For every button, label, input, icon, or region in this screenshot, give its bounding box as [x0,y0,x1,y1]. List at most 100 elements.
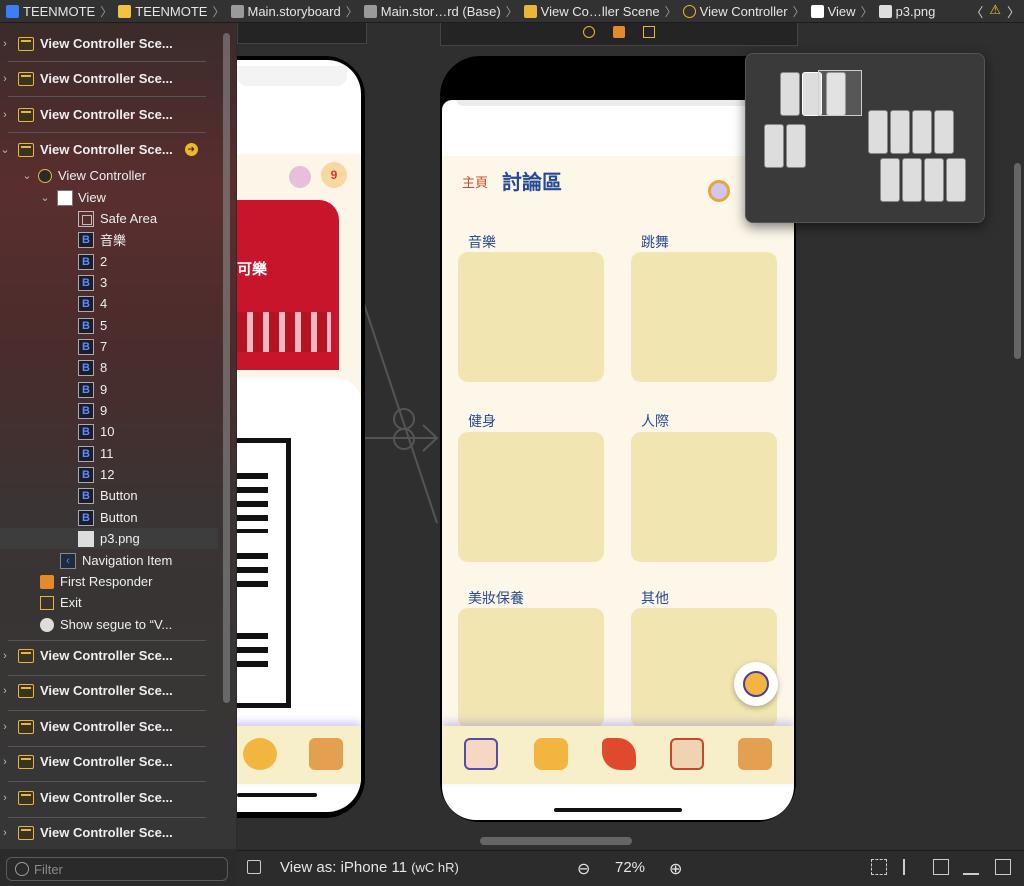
disclosure-right-icon[interactable]: › [0,109,10,121]
outline-button[interactable]: B7 [0,336,107,357]
outline-scene-row[interactable]: › View Controller Sce... [0,716,173,737]
outline-button[interactable]: B Button [0,485,138,506]
disclosure-right-icon[interactable]: › [0,650,10,662]
folder-profile-icon[interactable] [738,738,772,770]
outline-scene-row[interactable]: › View Controller Sce... [0,104,173,125]
outline-safe-area[interactable]: Safe Area [0,208,157,229]
disclosure-right-icon[interactable]: › [0,756,10,768]
outline-button[interactable]: B 11 [0,443,114,464]
outline-scene-row[interactable]: › View Controller Sce... [0,822,173,843]
chevron-left-icon[interactable]: 〈 [970,2,983,21]
outline-button[interactable]: B Button [0,507,138,528]
crumb-storyboard[interactable]: Main.storyboard 〉 [225,3,358,20]
disclosure-down-icon[interactable]: ⌄ [22,169,32,182]
add-constraints-icon[interactable] [933,859,949,875]
calendar-icon[interactable] [464,738,498,770]
update-frames-icon[interactable] [871,859,887,875]
medal-icon[interactable] [243,738,277,770]
outline-view-controller[interactable]: ⌄ View Controller [0,165,146,186]
category-tile[interactable] [458,608,604,728]
crumb-view-controller[interactable]: View Controller 〉 [677,3,805,20]
segue-icon[interactable] [393,428,415,450]
warning-icon[interactable]: ⚠ [989,2,1001,21]
outline-navigation-item[interactable]: ‹ Navigation Item [0,550,172,571]
category-tile[interactable] [458,432,604,562]
filter-field[interactable]: Filter [6,857,228,881]
category-tile[interactable] [631,252,777,382]
toggle-outline-icon[interactable] [247,860,261,874]
outline-button[interactable]: B5 [0,315,107,336]
outline-first-responder[interactable]: First Responder [0,571,152,592]
first-responder-icon[interactable] [613,26,625,38]
crumb-folder[interactable]: TEENMOTE 〉 [112,3,225,20]
crumb-view[interactable]: View 〉 [805,3,873,20]
outline-button[interactable]: B2 [0,251,107,272]
outline-button[interactable]: B4 [0,293,107,314]
project-icon [6,4,19,18]
outline-button[interactable]: B8 [0,357,107,378]
outline-scene-row[interactable]: › View Controller Sce... [0,68,173,89]
chat-bubble-icon[interactable] [534,738,568,770]
crumb-project[interactable]: TEENMOTE 〉 [0,3,112,20]
embed-in-icon[interactable] [995,859,1011,875]
outline-button[interactable]: B 12 [0,464,114,485]
outline-segue[interactable]: Show segue to “V... [0,614,172,635]
disclosure-right-icon[interactable]: › [0,827,10,839]
zoom-in-icon[interactable]: ⊕ [669,859,682,879]
minimap-viewport[interactable] [818,70,862,116]
zoom-level[interactable]: 72% [615,859,645,876]
search-icon[interactable] [289,166,311,188]
go-to-arrow-icon[interactable]: ➜ [184,143,198,156]
crumb-storyboard-base[interactable]: Main.stor…rd (Base) 〉 [358,3,518,20]
outline-scene-row-expanded[interactable]: ⌄ View Controller Sce... ➜ [0,139,198,160]
outline-scene-row[interactable]: › View Controller Sce... [0,787,173,808]
disclosure-right-icon[interactable]: › [0,73,10,85]
crumb-scene[interactable]: View Co…ller Scene 〉 [518,3,677,20]
disclosure-down-icon[interactable]: ⌄ [40,191,50,204]
view-as-device[interactable]: View as: iPhone 11 (wC hR) [280,859,459,876]
outline-button[interactable]: B 10 [0,421,114,442]
canvas-minimap[interactable] [745,53,985,223]
floating-medal-button[interactable] [734,662,778,706]
folder-icon [118,4,132,18]
disclosure-right-icon[interactable]: › [0,38,10,50]
canvas-vertical-scrollbar[interactable] [1014,163,1021,359]
outline-scrollbar[interactable] [223,33,230,703]
view-controller-icon [682,4,696,18]
folder-profile-icon[interactable] [309,738,343,770]
disclosure-right-icon[interactable]: › [0,685,10,697]
disclosure-right-icon[interactable]: › [0,721,10,733]
disclosure-right-icon[interactable]: › [0,792,10,804]
phone-screen-left[interactable]: 9 可樂 [237,60,361,812]
outline-scene-row[interactable]: › View Controller Sce... [0,680,173,701]
outline-button[interactable]: B9 [0,400,107,421]
disclosure-down-icon[interactable]: ⌄ [0,143,10,156]
outline-image-selected[interactable]: p3.png [0,528,218,549]
storyboard-canvas[interactable]: 9 可樂 主頁 討論區 音樂 跳舞 健身 人際 美妝保養 其他 [237,23,1024,849]
category-tile[interactable] [631,432,777,562]
exit-icon[interactable] [643,26,655,38]
category-tile[interactable] [458,252,604,382]
home-link[interactable]: 主頁 [462,172,488,191]
resolve-layout-icon[interactable] [963,859,979,875]
align-icon[interactable] [903,859,919,875]
outline-scene-row[interactable]: › View Controller Sce... [0,751,173,772]
outline-button[interactable]: B 音樂 [0,229,126,250]
crumb-image[interactable]: p3.png [873,4,935,19]
view-controller-icon[interactable] [583,26,595,38]
outline-scene-row[interactable]: › View Controller Sce... [0,645,173,666]
search-icon[interactable] [708,180,730,202]
outline-button[interactable]: B3 [0,272,107,293]
outline-scene-row[interactable]: › View Controller Sce... [0,33,173,54]
zoom-out-icon[interactable]: ⊖ [577,859,590,879]
video-cards-icon[interactable] [670,738,704,770]
canvas-horizontal-scrollbar[interactable] [480,837,632,845]
chevron-right-icon[interactable]: 〉 [1007,2,1020,21]
segue-icon[interactable] [393,408,415,430]
phone-screen[interactable]: 主頁 討論區 音樂 跳舞 健身 人際 美妝保養 其他 [442,100,794,820]
app-logo-icon[interactable] [602,738,636,770]
outline-exit[interactable]: Exit [0,592,82,613]
outline-button[interactable]: B9 [0,379,107,400]
outline-view[interactable]: ⌄ View [0,187,106,208]
notification-bell-icon[interactable]: 9 [321,162,347,188]
